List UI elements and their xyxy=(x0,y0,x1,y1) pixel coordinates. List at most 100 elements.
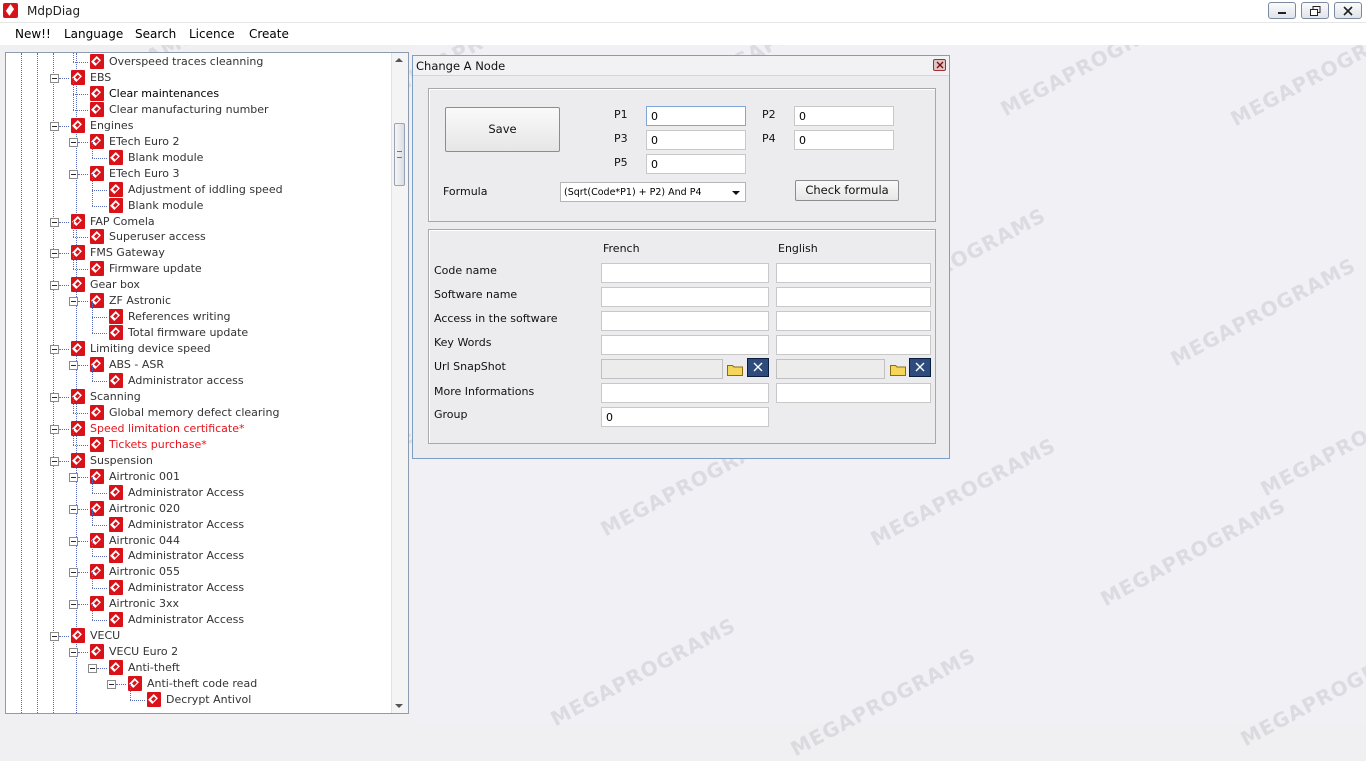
tree-node[interactable]: Global memory defect clearing xyxy=(6,396,394,421)
collapse-toggle-icon[interactable] xyxy=(107,680,116,690)
url-snapshot-french-field[interactable] xyxy=(601,359,723,379)
save-button[interactable]: Save xyxy=(445,107,560,152)
tree-node[interactable]: Overspeed traces cleanning xyxy=(6,53,394,70)
collapse-toggle-icon[interactable] xyxy=(69,361,78,371)
tree-node[interactable]: Administrator access xyxy=(6,365,394,389)
menu-create[interactable]: Create xyxy=(249,27,289,41)
collapse-toggle-icon[interactable] xyxy=(50,249,59,259)
group-field[interactable] xyxy=(601,407,769,427)
tree-node[interactable]: Decrypt Antivol xyxy=(6,684,394,708)
collapse-toggle-icon[interactable] xyxy=(50,345,59,355)
collapse-toggle-icon[interactable] xyxy=(50,281,59,291)
code-name-english-field[interactable] xyxy=(776,263,931,283)
p3-field[interactable] xyxy=(646,130,746,150)
access-french-field[interactable] xyxy=(601,311,769,331)
collapse-toggle-icon[interactable] xyxy=(50,456,59,466)
collapse-toggle-icon[interactable] xyxy=(69,568,78,578)
url-snapshot-english-field[interactable] xyxy=(776,359,885,379)
tree-node[interactable]: Airtronic 001 xyxy=(6,468,394,485)
collapse-toggle-icon[interactable] xyxy=(69,137,78,147)
tree-node[interactable]: FMS Gateway xyxy=(6,245,394,261)
tree-node[interactable]: Administrator Access xyxy=(6,476,394,501)
tree-node[interactable]: ETech Euro 3 xyxy=(6,165,394,182)
tree-scrollbar[interactable] xyxy=(391,53,408,713)
tree-node[interactable]: Total firmware update xyxy=(6,317,394,341)
p5-field[interactable] xyxy=(646,154,746,174)
keywords-french-field[interactable] xyxy=(601,335,769,355)
node-tree[interactable]: Overspeed traces cleanning EBS Clear maint… xyxy=(5,52,409,714)
close-button[interactable] xyxy=(1334,2,1362,19)
tree-node[interactable]: Airtronic 3xx xyxy=(6,596,394,612)
tree-node[interactable]: Clear maintenances xyxy=(6,77,394,102)
collapse-toggle-icon[interactable] xyxy=(69,169,78,179)
tree-node[interactable]: ZF Astronic xyxy=(6,293,394,309)
p4-field[interactable] xyxy=(794,130,894,150)
collapse-toggle-icon[interactable] xyxy=(69,600,78,610)
collapse-toggle-icon[interactable] xyxy=(69,297,78,307)
software-name-english-field[interactable] xyxy=(776,287,931,307)
tree-node[interactable]: Tickets purchase* xyxy=(6,428,394,453)
tree-node[interactable]: Anti-theft xyxy=(6,660,394,676)
collapse-toggle-icon[interactable] xyxy=(50,632,59,642)
tree-node[interactable]: Blank module xyxy=(6,189,394,214)
p1-field[interactable] xyxy=(646,106,746,126)
more-info-french-field[interactable] xyxy=(601,383,769,403)
dialog-close-button[interactable] xyxy=(933,59,946,71)
folder-icon[interactable] xyxy=(890,364,906,376)
collapse-toggle-icon[interactable] xyxy=(50,424,59,434)
code-name-french-field[interactable] xyxy=(601,263,769,283)
minimize-button[interactable] xyxy=(1268,2,1296,19)
tree-node[interactable]: References writing xyxy=(6,301,394,325)
scroll-up-arrow-icon[interactable] xyxy=(395,58,403,62)
tree-node[interactable]: Limiting device speed xyxy=(6,341,394,357)
collapse-toggle-icon[interactable] xyxy=(69,536,78,546)
tree-node[interactable]: EBS xyxy=(6,69,394,86)
tree-node[interactable]: Scanning xyxy=(6,388,394,405)
collapse-toggle-icon[interactable] xyxy=(88,664,97,674)
tree-node[interactable]: VECU xyxy=(6,628,394,644)
tree-node[interactable]: Airtronic 020 xyxy=(6,500,394,517)
tree-node[interactable]: Airtronic 055 xyxy=(6,564,394,580)
folder-icon[interactable] xyxy=(727,364,743,376)
tree-node[interactable]: VECU Euro 2 xyxy=(6,644,394,660)
collapse-toggle-icon[interactable] xyxy=(50,392,59,402)
tree-node[interactable]: Administrator Access xyxy=(6,540,394,564)
restore-button[interactable] xyxy=(1301,2,1329,19)
collapse-toggle-icon[interactable] xyxy=(69,648,78,658)
tree-node[interactable]: Clear manufacturing number xyxy=(6,93,394,118)
p2-field[interactable] xyxy=(794,106,894,126)
access-english-field[interactable] xyxy=(776,311,931,331)
collapse-toggle-icon[interactable] xyxy=(50,121,59,131)
tree-node[interactable]: ABS - ASR xyxy=(6,357,394,373)
tree-node[interactable]: Anti-theft code read xyxy=(6,676,394,692)
collapse-toggle-icon[interactable] xyxy=(50,217,59,227)
tree-node[interactable]: Administrator Access xyxy=(6,604,394,628)
tree-node[interactable]: Suspension xyxy=(6,452,394,469)
menu-language[interactable]: Language xyxy=(64,27,123,41)
tree-node[interactable]: Superuser access xyxy=(6,221,394,245)
scroll-down-arrow-icon[interactable] xyxy=(395,704,403,708)
software-name-french-field[interactable] xyxy=(601,287,769,307)
tree-node[interactable]: Airtronic 044 xyxy=(6,532,394,549)
tree-node[interactable]: Blank module xyxy=(6,141,394,166)
clear-english-snapshot-button[interactable] xyxy=(909,358,931,377)
formula-dropdown[interactable]: (Sqrt(Code*P1) + P2) And P4 xyxy=(560,182,746,202)
menu-licence[interactable]: Licence xyxy=(189,27,235,41)
tree-node[interactable]: ETech Euro 2 xyxy=(6,133,394,150)
collapse-toggle-icon[interactable] xyxy=(69,504,78,514)
tree-node[interactable]: FAP Comela xyxy=(6,213,394,230)
menu-new[interactable]: New!! xyxy=(15,27,51,41)
tree-node[interactable]: Adjustment of iddling speed xyxy=(6,173,394,198)
tree-node[interactable]: Engines xyxy=(6,117,394,134)
tree-node[interactable]: Firmware update xyxy=(6,253,394,277)
tree-node[interactable]: Speed limitation certificate* xyxy=(6,420,394,437)
scroll-thumb[interactable] xyxy=(394,123,405,186)
collapse-toggle-icon[interactable] xyxy=(69,472,78,482)
more-info-english-field[interactable] xyxy=(776,383,931,403)
tree-node[interactable]: Administrator Access xyxy=(6,572,394,596)
menu-search[interactable]: Search xyxy=(135,27,176,41)
keywords-english-field[interactable] xyxy=(776,335,931,355)
check-formula-button[interactable]: Check formula xyxy=(795,180,899,201)
clear-french-snapshot-button[interactable] xyxy=(747,358,769,377)
collapse-toggle-icon[interactable] xyxy=(50,73,59,83)
